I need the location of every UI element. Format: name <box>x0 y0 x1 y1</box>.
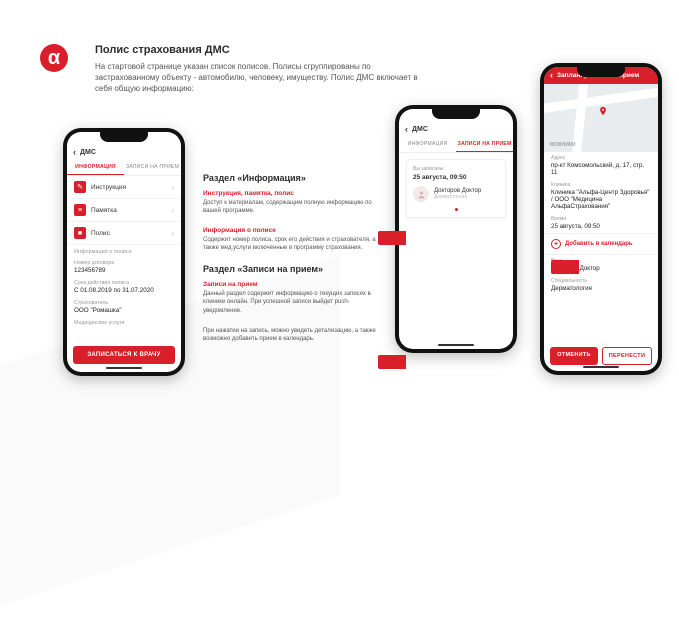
label-address: Адрес <box>544 152 658 161</box>
kv-medservices: Медицинские услуги <box>67 317 181 329</box>
label: Страхователь <box>74 300 174 306</box>
value: 123456789 <box>74 267 174 274</box>
section-heading-info: Раздел «Информация» <box>203 173 383 183</box>
label: Номер договора <box>74 260 174 266</box>
kv-number: Номер договора 123456789 <box>67 257 181 277</box>
tab-bar: ИНФОРМАЦИЯ ЗАПИСИ НА ПРИЕМ <box>399 137 513 153</box>
row-label: Полис <box>91 230 110 237</box>
chevron-right-icon: › <box>171 229 174 238</box>
chevron-right-icon: › <box>171 183 174 192</box>
note-body: Доступ к материалам, содержащим полную и… <box>203 199 383 215</box>
kv-period: Срок действия полиса С 01.08.2019 по 31.… <box>67 277 181 297</box>
brand-logo: α <box>40 44 68 72</box>
note-body: Содержит номер полиса, срок его действия… <box>203 236 383 252</box>
cancel-button[interactable]: ОТМЕНИТЬ <box>550 347 598 365</box>
tab-bar: ИНФОРМАЦИЯ ЗАПИСИ НА ПРИЕМ <box>67 160 181 176</box>
label-spec: Специальность <box>544 275 658 284</box>
note-title: Записи на прием <box>203 281 383 288</box>
back-icon[interactable]: ‹ <box>405 124 408 134</box>
memo-icon: ≡ <box>74 204 86 216</box>
home-indicator <box>106 367 142 369</box>
doctor-spec: Дерматология <box>434 194 481 200</box>
add-calendar-label: Добавить в календарь <box>565 241 633 247</box>
note-title: Инструкция, памятка, полис <box>203 190 383 197</box>
kv-insurer: Страхователь ООО "Ромашка" <box>67 297 181 317</box>
tab-information[interactable]: ИНФОРМАЦИЯ <box>67 160 124 175</box>
label-time: Время <box>544 213 658 222</box>
appointment-card[interactable]: Вы записаны 25 августа, 09:50 Докторов Д… <box>406 159 506 218</box>
chevron-right-icon: › <box>171 206 174 215</box>
note-title: Информация о полисе <box>203 227 383 234</box>
map-preview[interactable]: МОВНИКИ <box>544 84 658 152</box>
note-policy-info: Информация о полисе Содержит номер полис… <box>203 227 383 252</box>
value-address: пр-кт Комсомольский, д. 17, стр. 11 <box>544 161 658 179</box>
callout-tag <box>378 355 406 369</box>
avatar <box>413 186 429 202</box>
label: Медицинские услуги <box>74 320 174 326</box>
pager-dot <box>455 208 458 211</box>
note-body: Данный раздел содержит информацию о теку… <box>203 290 383 314</box>
phone-notch <box>100 132 148 142</box>
note-appointment-detail: При нажатии на запись, можно увидеть дет… <box>203 327 383 343</box>
screen-title: ДМС <box>412 126 428 133</box>
top-bar: ‹ ДМС <box>67 144 181 160</box>
plus-icon: + <box>551 239 561 249</box>
home-indicator <box>438 344 474 346</box>
back-icon[interactable]: ‹ <box>550 70 553 80</box>
description-column: Раздел «Информация» Инструкция, памятка,… <box>203 173 383 355</box>
value: С 01.08.2019 по 31.07.2020 <box>74 287 174 294</box>
phone3-screen: ‹ Запланированный прием МОВНИКИ Адрес пр… <box>544 67 658 371</box>
phone-notch <box>432 109 480 119</box>
reschedule-button[interactable]: ПЕРЕНЕСТИ <box>602 347 652 365</box>
logo-letter: α <box>48 47 60 70</box>
value-spec: Дерматология <box>544 284 658 295</box>
label-clinic: Клиника <box>544 179 658 188</box>
callout-tag <box>378 231 406 245</box>
label: Срок действия полиса <box>74 280 174 286</box>
appt-datetime: 25 августа, 09:50 <box>413 174 499 181</box>
doc-icon: ✎ <box>74 181 86 193</box>
map-pin-icon <box>598 106 608 116</box>
value: ООО "Ромашка" <box>74 307 174 314</box>
map-district-label: МОВНИКИ <box>550 142 576 148</box>
row-instruction[interactable]: ✎ Инструкция › <box>67 176 181 199</box>
add-to-calendar[interactable]: + Добавить в календарь <box>544 233 658 255</box>
phone-mock-1: ‹ ДМС ИНФОРМАЦИЯ ЗАПИСИ НА ПРИЕМ ✎ Инстр… <box>63 128 185 376</box>
note-instruction: Инструкция, памятка, полис Доступ к мате… <box>203 190 383 215</box>
policy-icon: ■ <box>74 227 86 239</box>
row-label: Инструкция <box>91 184 126 191</box>
tab-appointments[interactable]: ЗАПИСИ НА ПРИЕМ <box>124 160 181 175</box>
note-body: При нажатии на запись, можно увидеть дет… <box>203 327 383 343</box>
book-doctor-button[interactable]: ЗАПИСАТЬСЯ К ВРАЧУ <box>73 346 175 364</box>
tab-appointments[interactable]: ЗАПИСИ НА ПРИЕМ <box>456 137 513 152</box>
back-icon[interactable]: ‹ <box>73 147 76 157</box>
phone-mock-3: ‹ Запланированный прием МОВНИКИ Адрес пр… <box>540 63 662 375</box>
phone2-screen: ‹ ДМС ИНФОРМАЦИЯ ЗАПИСИ НА ПРИЕМ Вы запи… <box>399 109 513 349</box>
action-buttons: ОТМЕНИТЬ ПЕРЕНЕСТИ <box>544 347 658 365</box>
value-time: 25 августа, 09:50 <box>544 222 658 233</box>
value-clinic: Клиника "Альфа-Центр Здоровья" / ООО "Ме… <box>544 188 658 213</box>
row-memo[interactable]: ≡ Памятка › <box>67 199 181 222</box>
top-bar: ‹ ДМС <box>399 121 513 137</box>
appt-label: Вы записаны <box>413 166 499 172</box>
section-heading-appt: Раздел «Записи на прием» <box>203 264 383 274</box>
row-label: Памятка <box>91 207 117 214</box>
home-indicator <box>583 366 619 368</box>
callout-tag <box>551 260 579 274</box>
phone-mock-2: ‹ ДМС ИНФОРМАЦИЯ ЗАПИСИ НА ПРИЕМ Вы запи… <box>395 105 517 353</box>
screen-title: ДМС <box>80 149 96 156</box>
phone-notch <box>577 67 625 77</box>
phone1-screen: ‹ ДМС ИНФОРМАЦИЯ ЗАПИСИ НА ПРИЕМ ✎ Инстр… <box>67 132 181 372</box>
page-header: Полис страхования ДМС На стартовой стран… <box>95 44 425 94</box>
section-label: Информация о полисе <box>67 245 181 257</box>
note-appointments: Записи на прием Данный раздел содержит и… <box>203 281 383 314</box>
tab-information[interactable]: ИНФОРМАЦИЯ <box>399 137 456 152</box>
page-description: На стартовой странице указан список поли… <box>95 62 425 94</box>
page-title: Полис страхования ДМС <box>95 44 425 56</box>
row-policy[interactable]: ■ Полис › <box>67 222 181 245</box>
